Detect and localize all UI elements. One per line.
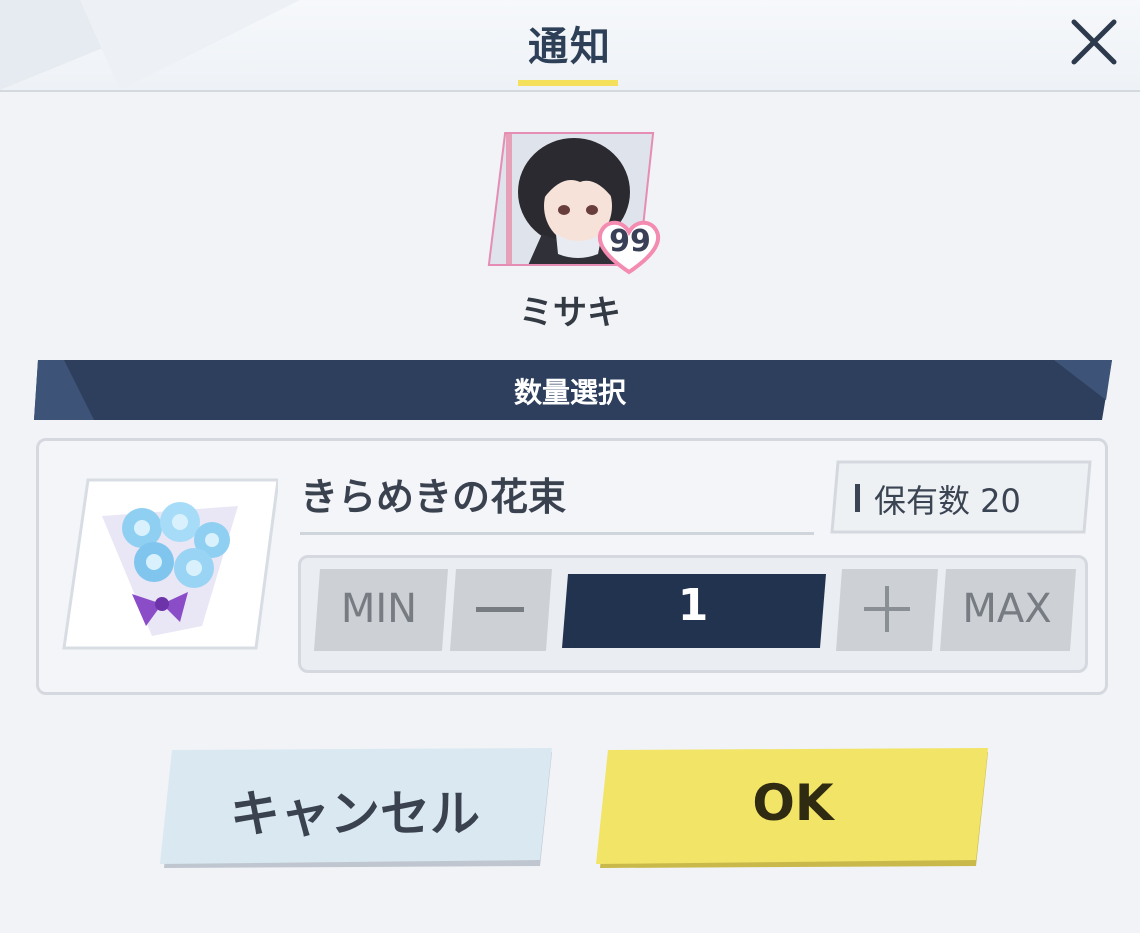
section-title: 数量選択 [513, 376, 626, 409]
cancel-button-label: キャンセル [230, 785, 480, 843]
minus-button[interactable] [448, 567, 554, 655]
close-icon [1071, 19, 1117, 65]
character-name: ミサキ [519, 293, 621, 333]
minus-icon [476, 607, 524, 612]
close-button[interactable] [1068, 16, 1120, 68]
dialog-title: 通知 [528, 24, 612, 70]
bouquet-icon [62, 476, 280, 652]
ok-button-label: OK [752, 774, 834, 832]
min-button-label: MIN [340, 586, 418, 632]
quantity-value: 1 [677, 580, 709, 631]
affection-level: 99 [609, 224, 651, 259]
owned-count: 保有数 20 [874, 482, 1021, 520]
character-portrait: 99 [486, 130, 662, 275]
item-name-underline [300, 532, 814, 535]
item-name: きらめきの花束 [300, 475, 567, 519]
max-button-label: MAX [962, 586, 1052, 632]
title-underline [518, 80, 618, 86]
plus-button[interactable] [834, 567, 940, 655]
owned-marker [855, 484, 860, 512]
